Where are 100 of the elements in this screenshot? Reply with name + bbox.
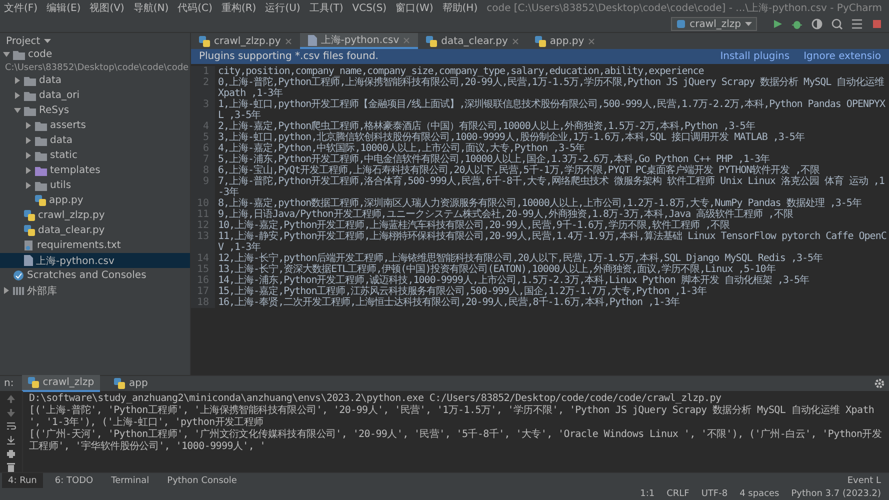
run-configuration-dropdown[interactable]: crawl_zlzp [670,17,757,31]
trash-icon[interactable] [6,462,16,472]
tool-window-button[interactable]: 4: Run [2,473,43,488]
code-line: 4,上海-嘉定,Python,中软国际,10000人以上,上市公司,面议,大专,Python ,3-5年 [217,143,585,154]
code-line: 15,上海-嘉定,Python工程师,江苏风云科技服务有限公司,500-999人,国企,1.2万-1.7万,大专,Python ,1-3年 [217,286,706,297]
settings-icon[interactable] [874,378,885,389]
code-line: 2,上海-嘉定,Python爬虫工程师,格林豪泰酒店（中国）有限公司,10000人以上,外商独资,1.5万-2万,本科,Python ,3-5年 [217,121,755,132]
folder-icon [24,106,36,116]
expand-arrow-icon[interactable] [3,51,10,58]
expand-arrow-icon[interactable] [14,77,21,84]
tree-item[interactable]: static [0,148,190,163]
library-icon [13,286,24,296]
code-line: 11,上海-静安,Python开发工程师,上海栩特环保科技有限公司,20-99人,民营,1.4万-1.9万,本科,算法基础 Linux TensorFlow pytorch Caffe OpenCV ,1-3年 [217,231,888,253]
editor-tab[interactable]: crawl_zlzp.py [191,33,300,49]
menu-item[interactable]: 帮助(H) [442,1,478,15]
stop-icon[interactable] [871,18,883,30]
menu-item[interactable]: 工具(T) [309,1,344,15]
tree-item[interactable]: data [0,73,190,88]
status-item[interactable]: UTF-8 [701,489,728,499]
tree-item[interactable]: 上海-python.csv [0,253,190,268]
tree-item[interactable]: templates [0,163,190,178]
expand-arrow-icon[interactable] [14,107,21,114]
folder-icon [35,150,47,160]
profiler-icon[interactable] [831,18,843,30]
console-output-line: D:\software\study_anzhuang2\miniconda\anzhuang\envs\2023.2\python.exe C:/Users/83852/Desktop/code/code/code/crawl_zlzp.py [29,393,722,404]
status-item[interactable]: CRLF [666,489,690,499]
code-line: 3,上海-虹口,python,北京腾信软创科技股份有限公司,1000-9999人,股份制企业,1万-1.6万,本科,SQL 接口调用开发 MATLAB ,3-5年 [217,132,804,143]
tool-window-button[interactable]: Python Console [161,473,243,488]
notification-link[interactable]: Ignore extensio [804,51,881,62]
status-item[interactable]: 4 spaces [740,489,780,499]
menu-item[interactable]: 编辑(E) [46,1,81,15]
menu-item[interactable]: 文件(F) [4,1,38,15]
scroll-to-end-icon[interactable] [6,435,16,445]
notification-link[interactable]: Install plugins [720,51,790,62]
code-line: 0,上海-普陀,Python工程师,上海保携智能科技有限公司,20-99人,民营,1万-1.5万,学历不限,Python JS jQuery Scrapy 数据分析 MySQL 自动化运维 Xpath ,1-3年 [217,77,886,99]
expand-arrow-icon[interactable] [25,137,32,144]
menu-item[interactable]: 重构(R) [221,1,256,15]
bug-icon[interactable] [791,18,803,30]
document-icon [24,255,33,266]
close-icon[interactable] [512,38,519,44]
status-item[interactable]: Python 3.7 (2023.2) [791,489,881,499]
folder-icon [35,136,47,146]
folder-icon [24,76,36,86]
run-tab[interactable]: crawl_zlzp [22,375,100,392]
tree-item[interactable]: Scratches and Consoles [0,268,190,283]
code-line: 12,上海-长宁,python后端开发工程师,上海铱维思智能科技有限公司,20人以下,民营,1万-1.5万,本科,SQL Django MySQL Redis ,3-5年 [217,253,823,264]
project-panel-title[interactable]: Project [4,36,54,46]
down-arrow-icon[interactable] [6,408,16,418]
folder-icon [35,120,47,130]
up-arrow-icon[interactable] [6,394,16,404]
tree-item[interactable]: data_clear.py [0,223,190,238]
tree-item[interactable]: utils [0,178,190,193]
caret-icon [44,38,52,44]
coverage-icon[interactable] [811,18,823,30]
tree-item[interactable]: data_ori [0,88,190,103]
tree-item[interactable]: data [0,133,190,148]
code-line: 9,上海,日语Java/Python开发工程师,ユニークシステム株式会社,20-99人,外商独资,1.8万-3万,本科,Java 高级软件工程师 ,不限 [217,209,793,220]
status-item[interactable]: 1:1 [640,489,655,499]
code-line: 6,上海-宝山,PyQt开发工程师,上海石寿科技有限公司,20人以下,民营,5千-1万,学历不限,PYQT PC桌面客户端开发 PYTHON软件开发 ,不限 [217,165,820,176]
menu-item[interactable]: 导航(N) [133,1,169,15]
document-icon [308,34,317,46]
tool-window-button[interactable]: 6: TODO [48,473,100,488]
menu-item[interactable]: 代码(C) [178,1,212,15]
run-icon[interactable] [771,18,783,30]
window-title: code [C:\Users\83852\Desktop\code\code\code] - ...\上海-python.csv - PyCharm [486,2,882,15]
event-log-button[interactable]: Event L [841,473,887,488]
code-line: 7,上海-普陀,Python开发工程师,洛合体育,500-999人,民营,6千-8千,大专,网络爬虫技术 微服务架构 软件工程师 Unix Linux 洛克公园 体育 运动 ,1-3年 [217,176,886,198]
close-icon[interactable] [284,38,292,44]
tree-item[interactable]: ReSys [0,103,190,118]
tree-item[interactable]: requirements.txt [0,238,190,253]
editor-tab[interactable]: app.py [526,33,604,49]
expand-arrow-icon[interactable] [25,182,32,189]
notification-message: Plugins supporting *.csv files found. [199,51,380,62]
editor-tab[interactable]: data_clear.py [418,33,527,49]
tree-item[interactable]: 外部库 [0,283,190,298]
tree-item[interactable]: crawl_zlzp.py [0,208,190,223]
run-panel-label: n: [4,378,14,389]
menu-item[interactable]: VCS(S) [352,2,387,14]
folder-icon [35,180,47,190]
expand-arrow-icon[interactable] [14,92,21,99]
list-icon[interactable] [851,18,863,30]
run-tab[interactable]: app [108,376,154,391]
menu-item[interactable]: 窗口(W) [396,1,434,15]
expand-arrow-icon[interactable] [25,122,32,129]
expand-arrow-icon[interactable] [25,152,32,159]
close-icon[interactable] [588,38,596,44]
scratches-icon [13,270,24,281]
tree-item[interactable]: code C:\Users\83852\Desktop\code\code\code [0,49,190,73]
soft-wrap-icon[interactable] [6,421,16,432]
tree-item[interactable]: asserts [0,118,190,133]
tree-item[interactable]: app.py [0,193,190,208]
tool-window-button[interactable]: Terminal [105,473,156,488]
editor-tab[interactable]: 上海-python.csv [300,33,418,49]
code-line: 10,上海-嘉定,Python开发工程师,上海蓝桂汽车科技有限公司,20-99人,民营,9千-1.6万,学历不限,软件工程师 ,不限 [217,220,730,231]
folder-icon [13,50,25,60]
expand-arrow-icon[interactable] [3,287,10,294]
menu-item[interactable]: 视图(V) [90,1,124,15]
expand-arrow-icon[interactable] [25,167,32,174]
menu-item[interactable]: 运行(U) [265,1,300,15]
code-line: 14,上海-浦东,Python开发工程师,诚迈科技,1000-9999人,上市公司,1.5万-2.3万,本科,Linux Python 脚本开发 自动化框架 ,3-5年 [217,275,810,286]
